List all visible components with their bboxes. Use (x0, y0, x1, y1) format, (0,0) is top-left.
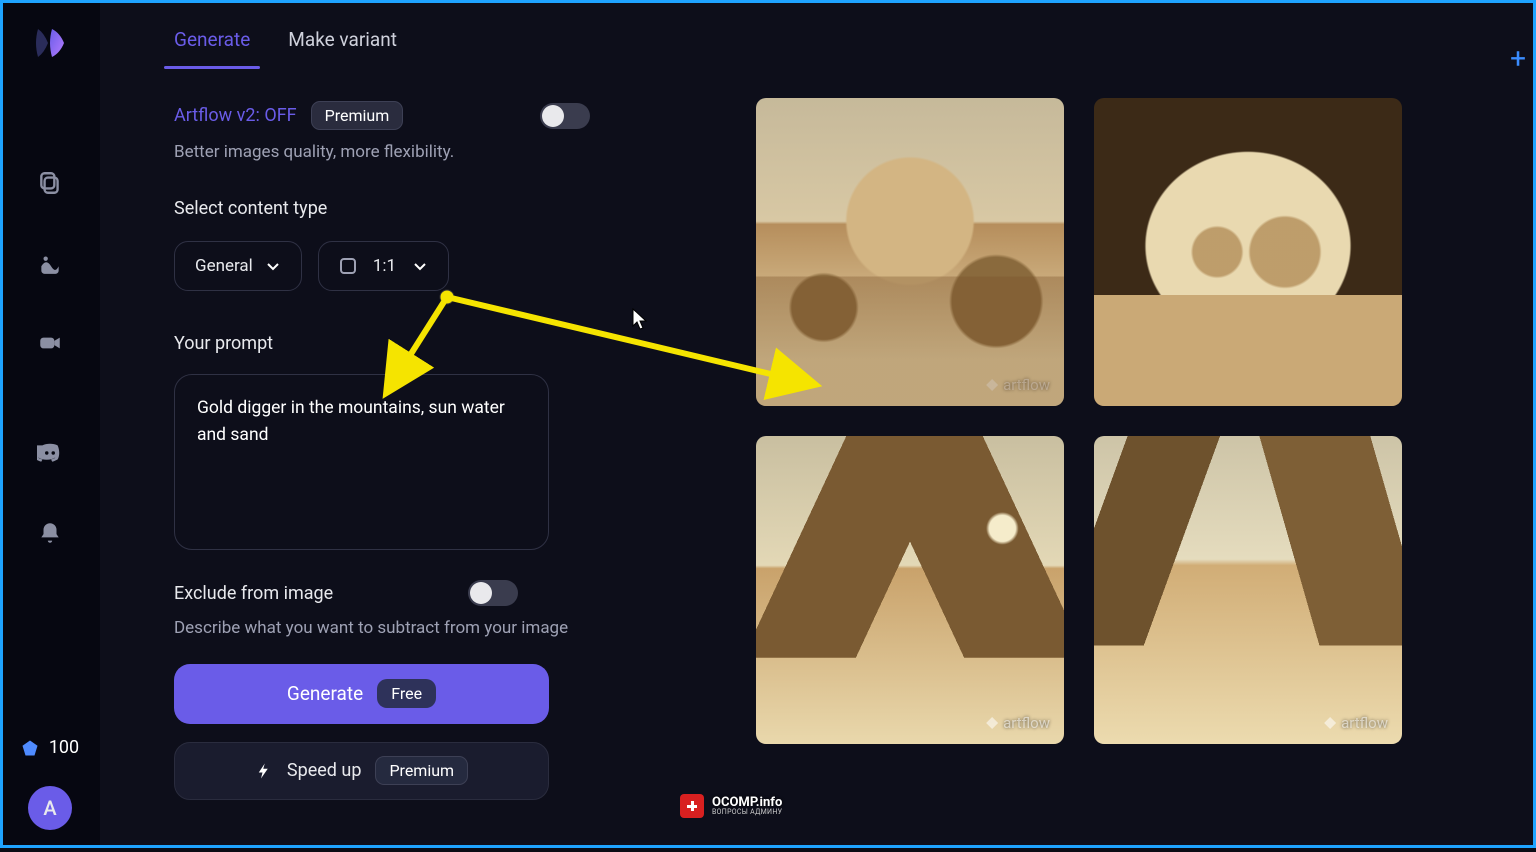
content-type-label: Select content type (174, 198, 618, 219)
exclude-label: Exclude from image (174, 583, 333, 604)
speed-up-button[interactable]: Speed up Premium (174, 742, 549, 800)
aspect-ratio-select[interactable]: 1:1 (318, 241, 449, 291)
content-type-value: General (195, 256, 253, 276)
nav-copy-icon[interactable] (33, 166, 67, 200)
content-type-select[interactable]: General (174, 241, 302, 291)
mouse-cursor (632, 308, 650, 332)
result-thumb-3[interactable]: artflow (756, 436, 1064, 744)
prompt-label: Your prompt (174, 333, 618, 354)
exclude-toggle[interactable] (468, 580, 518, 606)
exclude-description: Describe what you want to subtract from … (174, 616, 594, 642)
credits-display: 100 (21, 737, 79, 758)
tabs: Generate Make variant (174, 28, 618, 67)
chevron-down-icon (265, 258, 281, 274)
watermark: artflow (986, 376, 1050, 394)
watermark: artflow (1324, 376, 1388, 394)
app-logo[interactable] (27, 20, 73, 66)
nav-image-icon[interactable] (33, 246, 67, 280)
sidebar: 100 A (0, 0, 100, 848)
square-icon (339, 257, 357, 275)
tab-make-variant[interactable]: Make variant (288, 28, 397, 67)
free-badge: Free (377, 679, 436, 708)
chevron-down-icon (412, 258, 428, 274)
v2-toggle[interactable] (540, 103, 590, 129)
prompt-input[interactable]: Gold digger in the mountains, sun water … (174, 374, 549, 550)
result-thumb-2[interactable]: artflow (1094, 98, 1402, 406)
v2-subtitle: Better images quality, more flexibility. (174, 142, 618, 162)
aspect-ratio-value: 1:1 (373, 256, 396, 276)
watermark: artflow (1324, 714, 1388, 732)
generate-panel: Generate Make variant Artflow v2: OFF Pr… (100, 0, 660, 848)
result-thumb-1[interactable]: artflow (756, 98, 1064, 406)
bolt-icon (255, 762, 273, 780)
premium-badge: Premium (375, 756, 468, 785)
v2-label: Artflow v2: OFF (174, 105, 297, 126)
result-gallery: artflow artflow artflow artflow (756, 98, 1488, 744)
ocomp-watermark: OCOMP.info ВОПРОСЫ АДМИНУ (680, 794, 782, 818)
result-thumb-4[interactable]: artflow (1094, 436, 1402, 744)
generate-button-label: Generate (287, 682, 363, 705)
premium-badge: Premium (311, 101, 404, 130)
add-icon[interactable]: + (1510, 42, 1526, 75)
credits-value: 100 (49, 737, 79, 758)
nav-discord-icon[interactable] (33, 436, 67, 470)
tab-generate[interactable]: Generate (174, 28, 250, 67)
nav-video-icon[interactable] (33, 326, 67, 360)
speed-up-label: Speed up (287, 760, 362, 781)
user-avatar[interactable]: A (28, 786, 72, 830)
watermark: artflow (986, 714, 1050, 732)
nav-bell-icon[interactable] (33, 516, 67, 550)
generate-button[interactable]: Generate Free (174, 664, 549, 724)
